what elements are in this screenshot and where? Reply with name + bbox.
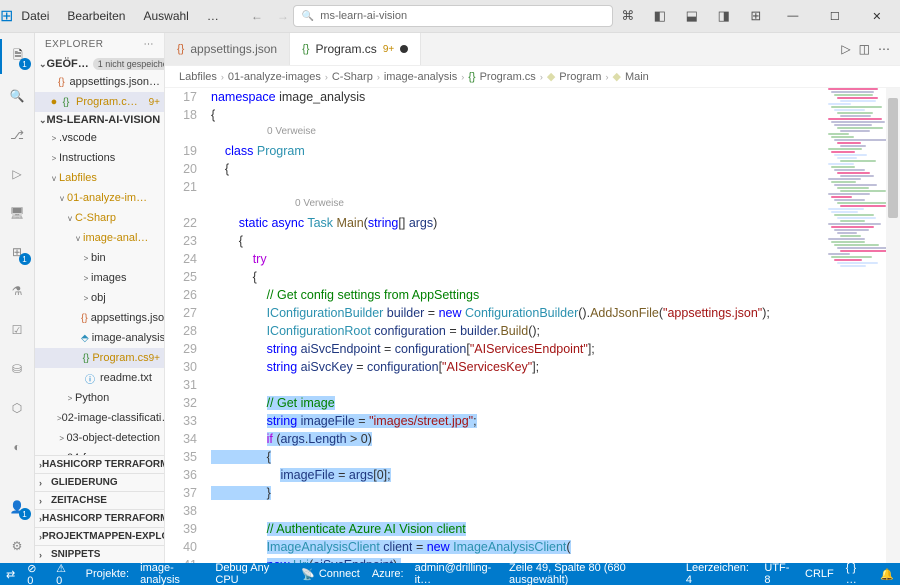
line-gutter: 1718192021222324252627282930313233343536… (165, 88, 207, 563)
menu-file[interactable]: Datei (13, 5, 57, 27)
breadcrumb[interactable]: Labfiles›01-analyze-images›C-Sharp›image… (165, 66, 900, 88)
activity-extensions-icon[interactable]: ⊞1 (0, 234, 35, 269)
tree-item[interactable]: >03-object-detection (35, 428, 164, 448)
open-editors-section[interactable]: ⌄GEÖF… 1 nicht gespeichert (35, 56, 164, 72)
activity-source-control-icon[interactable]: ⎇ (0, 117, 35, 152)
tab-bar: {}appsettings.json{}Program.cs9+ ▷ ◫ ⋯ (165, 33, 900, 66)
tree-item[interactable]: >Instructions (35, 148, 164, 168)
layout-right-icon[interactable]: ◨ (709, 1, 739, 31)
window-maximize[interactable]: ☐ (815, 1, 855, 31)
status-azure[interactable]: Azure: admin@drilling-it… (372, 562, 497, 586)
command-center: ms-learn-ai-vision (293, 5, 613, 27)
status-encoding[interactable]: UTF-8 (764, 562, 793, 586)
sidebar-section[interactable]: ›HASHICORP TERRAFORM: … (35, 455, 164, 473)
status-lang[interactable]: { } … (846, 562, 869, 586)
scrollbar[interactable] (886, 88, 900, 563)
activity-search-icon[interactable]: 🔍 (0, 78, 35, 113)
menu-bar: Datei Bearbeiten Auswahl … (13, 5, 226, 27)
explorer-sidebar: EXPLORER ⋯ ⌄GEÖF… 1 nicht gespeichert {}… (35, 33, 165, 563)
tree-item[interactable]: >02-image-classificati… (35, 408, 164, 428)
layout-left-icon[interactable]: ◧ (645, 1, 675, 31)
activity-database-icon[interactable]: ⛁ (0, 351, 35, 386)
status-position[interactable]: Zeile 49, Spalte 80 (680 ausgewählt) (509, 562, 674, 586)
run-icon[interactable]: ▷ (841, 42, 850, 56)
layout-bottom-icon[interactable]: ⬓ (677, 1, 707, 31)
tree-item[interactable]: >bin (35, 248, 164, 268)
activity-accounts-icon[interactable]: 👤1 (0, 489, 35, 524)
activity-run-debug-icon[interactable]: ▷ (0, 156, 35, 191)
nav-arrows: ← → (247, 6, 293, 26)
workspace-root[interactable]: ⌄MS-LEARN-AI-VISION (35, 112, 164, 128)
tree-item[interactable]: >images (35, 268, 164, 288)
window-close[interactable]: ✕ (857, 1, 897, 31)
tab-more-icon[interactable]: ⋯ (878, 42, 890, 56)
scroll-thumb[interactable] (888, 98, 898, 218)
open-editor-item[interactable]: {}appsettings.json… (35, 72, 164, 92)
sidebar-section[interactable]: ›PROJEKTMAPPEN-EXPLOR… (35, 527, 164, 545)
status-bar: ⇄ ⊘ 0 ⚠ 0 Projekte: image-analysis Debug… (0, 563, 900, 585)
activity-explorer-icon[interactable]: 🗎1 (0, 39, 35, 74)
editor-tab[interactable]: {}Program.cs9+ (290, 33, 421, 65)
activity-todo-icon[interactable]: ☑ (0, 312, 35, 347)
sidebar-section[interactable]: ›ZEITACHSE (35, 491, 164, 509)
status-bell-icon[interactable]: 🔔 (880, 568, 894, 581)
open-editor-item[interactable]: ●{}Program.c…9+ (35, 92, 164, 112)
sidebar-section[interactable]: ›HASHICORP TERRAFORM: … (35, 509, 164, 527)
nav-back-icon[interactable]: ← (247, 6, 267, 26)
tree-item[interactable]: vLabfiles (35, 168, 164, 188)
menu-more[interactable]: … (199, 5, 227, 27)
breadcrumb-item[interactable]: Program.cs (480, 71, 536, 83)
menu-selection[interactable]: Auswahl (135, 5, 196, 27)
tree-item[interactable]: vC-Sharp (35, 208, 164, 228)
search-box[interactable]: ms-learn-ai-vision (293, 5, 613, 27)
activity-bar: 🗎1 🔍 ⎇ ▷ 🖥 ⊞1 ⚗ ☑ ⛁ ⬡ ◐ 👤1 ⚙ (0, 33, 35, 563)
editor-area: {}appsettings.json{}Program.cs9+ ▷ ◫ ⋯ Labf… (165, 33, 900, 563)
explorer-more-icon[interactable]: ⋯ (144, 39, 155, 50)
editor-tab[interactable]: {}appsettings.json (165, 33, 290, 65)
breadcrumb-item[interactable]: Main (625, 71, 649, 83)
activity-hex-icon[interactable]: ⬡ (0, 390, 35, 425)
tree-item[interactable]: {}Program.cs9+ (35, 348, 164, 368)
activity-settings-icon[interactable]: ⚙ (0, 528, 35, 563)
activity-pie-icon[interactable]: ◐ (0, 429, 35, 464)
copilot-icon[interactable]: ⌘ (613, 1, 643, 31)
tree-item[interactable]: vimage-anal… (35, 228, 164, 248)
minimap[interactable] (828, 88, 886, 488)
status-spaces[interactable]: Leerzeichen: 4 (686, 562, 752, 586)
status-debug[interactable]: Debug Any CPU (215, 562, 289, 586)
activity-testing-icon[interactable]: ⚗ (0, 273, 35, 308)
breadcrumb-item[interactable]: image-analysis (384, 71, 457, 83)
status-eol[interactable]: CRLF (805, 568, 834, 580)
status-warnings[interactable]: ⚠ 0 (56, 562, 74, 587)
tree-item[interactable]: >obj (35, 288, 164, 308)
sidebar-section[interactable]: ›SNIPPETS (35, 545, 164, 563)
breadcrumb-item[interactable]: C-Sharp (332, 71, 373, 83)
explorer-title: EXPLORER (45, 39, 103, 50)
status-projects[interactable]: Projekte: image-analysis (86, 562, 204, 586)
breadcrumb-item[interactable]: 01-analyze-images (228, 71, 321, 83)
tree-item[interactable]: >Python (35, 388, 164, 408)
status-errors[interactable]: ⊘ 0 (27, 562, 44, 587)
tree-item[interactable]: >04-face (35, 448, 164, 455)
layout-custom-icon[interactable]: ⊞ (741, 1, 771, 31)
window-minimize[interactable]: — (773, 1, 813, 31)
tree-item[interactable]: v01-analyze-im… (35, 188, 164, 208)
code-editor[interactable]: 1718192021222324252627282930313233343536… (165, 88, 900, 563)
status-connect[interactable]: 📡 Connect (301, 568, 360, 581)
menu-edit[interactable]: Bearbeiten (59, 5, 133, 27)
vscode-logo-icon: ⊞ (0, 6, 13, 26)
title-bar: ⊞ Datei Bearbeiten Auswahl … ← → ms-lear… (0, 0, 900, 33)
breadcrumb-item[interactable]: Labfiles (179, 71, 217, 83)
tree-item[interactable]: >.vscode (35, 128, 164, 148)
tree-item[interactable]: ⓘreadme.txt (35, 368, 164, 388)
tree-item[interactable]: {}appsettings.json (35, 308, 164, 328)
status-remote[interactable]: ⇄ (6, 568, 15, 581)
breadcrumb-item[interactable]: Program (559, 71, 601, 83)
activity-remote-icon[interactable]: 🖥 (0, 195, 35, 230)
nav-fwd-icon[interactable]: → (273, 6, 293, 26)
tree-item[interactable]: ⬘image-analysis… (35, 328, 164, 348)
sidebar-section[interactable]: ›GLIEDERUNG (35, 473, 164, 491)
split-icon[interactable]: ◫ (859, 42, 870, 56)
